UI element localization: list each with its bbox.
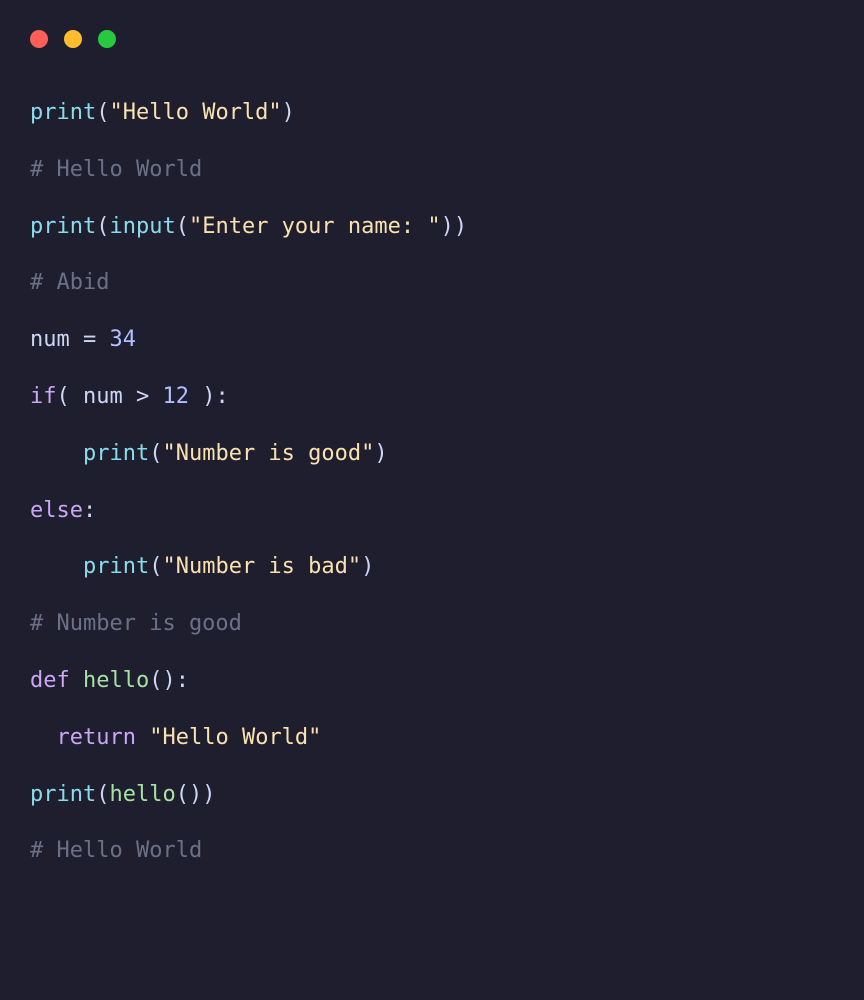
- token-punc: )): [441, 214, 468, 239]
- code-line: # Number is good: [30, 609, 834, 640]
- token-def-name: hello: [83, 668, 149, 693]
- code-line: # Hello World: [30, 155, 834, 186]
- window-titlebar: [30, 30, 834, 48]
- token-ident: num: [30, 327, 70, 352]
- token-punc: ): [361, 554, 374, 579]
- token-punc: ): [374, 441, 387, 466]
- token-fn: print: [30, 782, 96, 807]
- token-fn: print: [30, 214, 96, 239]
- token-punc: (: [96, 100, 109, 125]
- token-punc: :: [83, 498, 96, 523]
- code-line: # Abid: [30, 268, 834, 299]
- token-op: =: [70, 327, 110, 352]
- token-punc: ): [282, 100, 295, 125]
- code-block: print("Hello World")# Hello Worldprint(i…: [30, 98, 834, 867]
- token-punc: (: [149, 554, 162, 579]
- token-punc: (: [149, 441, 162, 466]
- token-num: 12: [163, 384, 190, 409]
- code-line: def hello():: [30, 666, 834, 697]
- token-punc: (: [96, 214, 109, 239]
- token-punc: (: [96, 782, 109, 807]
- comment-text: # Abid: [30, 270, 109, 295]
- token-str: "Hello World": [149, 725, 321, 750]
- token-op: >: [123, 384, 163, 409]
- code-window: print("Hello World")# Hello Worldprint(i…: [0, 0, 864, 1000]
- token-punc: ()): [176, 782, 216, 807]
- code-line: print("Hello World"): [30, 98, 834, 129]
- code-line: print("Number is bad"): [30, 552, 834, 583]
- token-kw: def: [30, 668, 70, 693]
- minimize-icon[interactable]: [64, 30, 82, 48]
- code-line: if( num > 12 ):: [30, 382, 834, 413]
- token-punc: (: [57, 384, 84, 409]
- token-punc: [136, 725, 149, 750]
- token-punc: [70, 668, 83, 693]
- token-fn: print: [83, 554, 149, 579]
- token-kw: if: [30, 384, 57, 409]
- token-kw: else: [30, 498, 83, 523]
- code-line: print(hello()): [30, 780, 834, 811]
- code-line: print("Number is good"): [30, 439, 834, 470]
- code-line: print(input("Enter your name: ")): [30, 212, 834, 243]
- token-str: "Hello World": [109, 100, 281, 125]
- token-fn: input: [109, 214, 175, 239]
- comment-text: # Hello World: [30, 157, 202, 182]
- token-punc: (: [176, 214, 189, 239]
- code-line: else:: [30, 496, 834, 527]
- token-str: "Number is bad": [162, 554, 361, 579]
- maximize-icon[interactable]: [98, 30, 116, 48]
- token-str: "Enter your name: ": [189, 214, 441, 239]
- comment-text: # Hello World: [30, 838, 202, 863]
- token-kw: return: [57, 725, 136, 750]
- comment-text: # Number is good: [30, 611, 242, 636]
- token-fn: print: [83, 441, 149, 466]
- token-num: 34: [110, 327, 137, 352]
- token-ident: num: [83, 384, 123, 409]
- code-line: return "Hello World": [30, 723, 834, 754]
- close-icon[interactable]: [30, 30, 48, 48]
- code-line: num = 34: [30, 325, 834, 356]
- code-line: # Hello World: [30, 836, 834, 867]
- token-fn: print: [30, 100, 96, 125]
- token-punc: ):: [189, 384, 229, 409]
- token-call-name: hello: [109, 782, 175, 807]
- token-str: "Number is good": [162, 441, 374, 466]
- token-punc: ():: [149, 668, 189, 693]
